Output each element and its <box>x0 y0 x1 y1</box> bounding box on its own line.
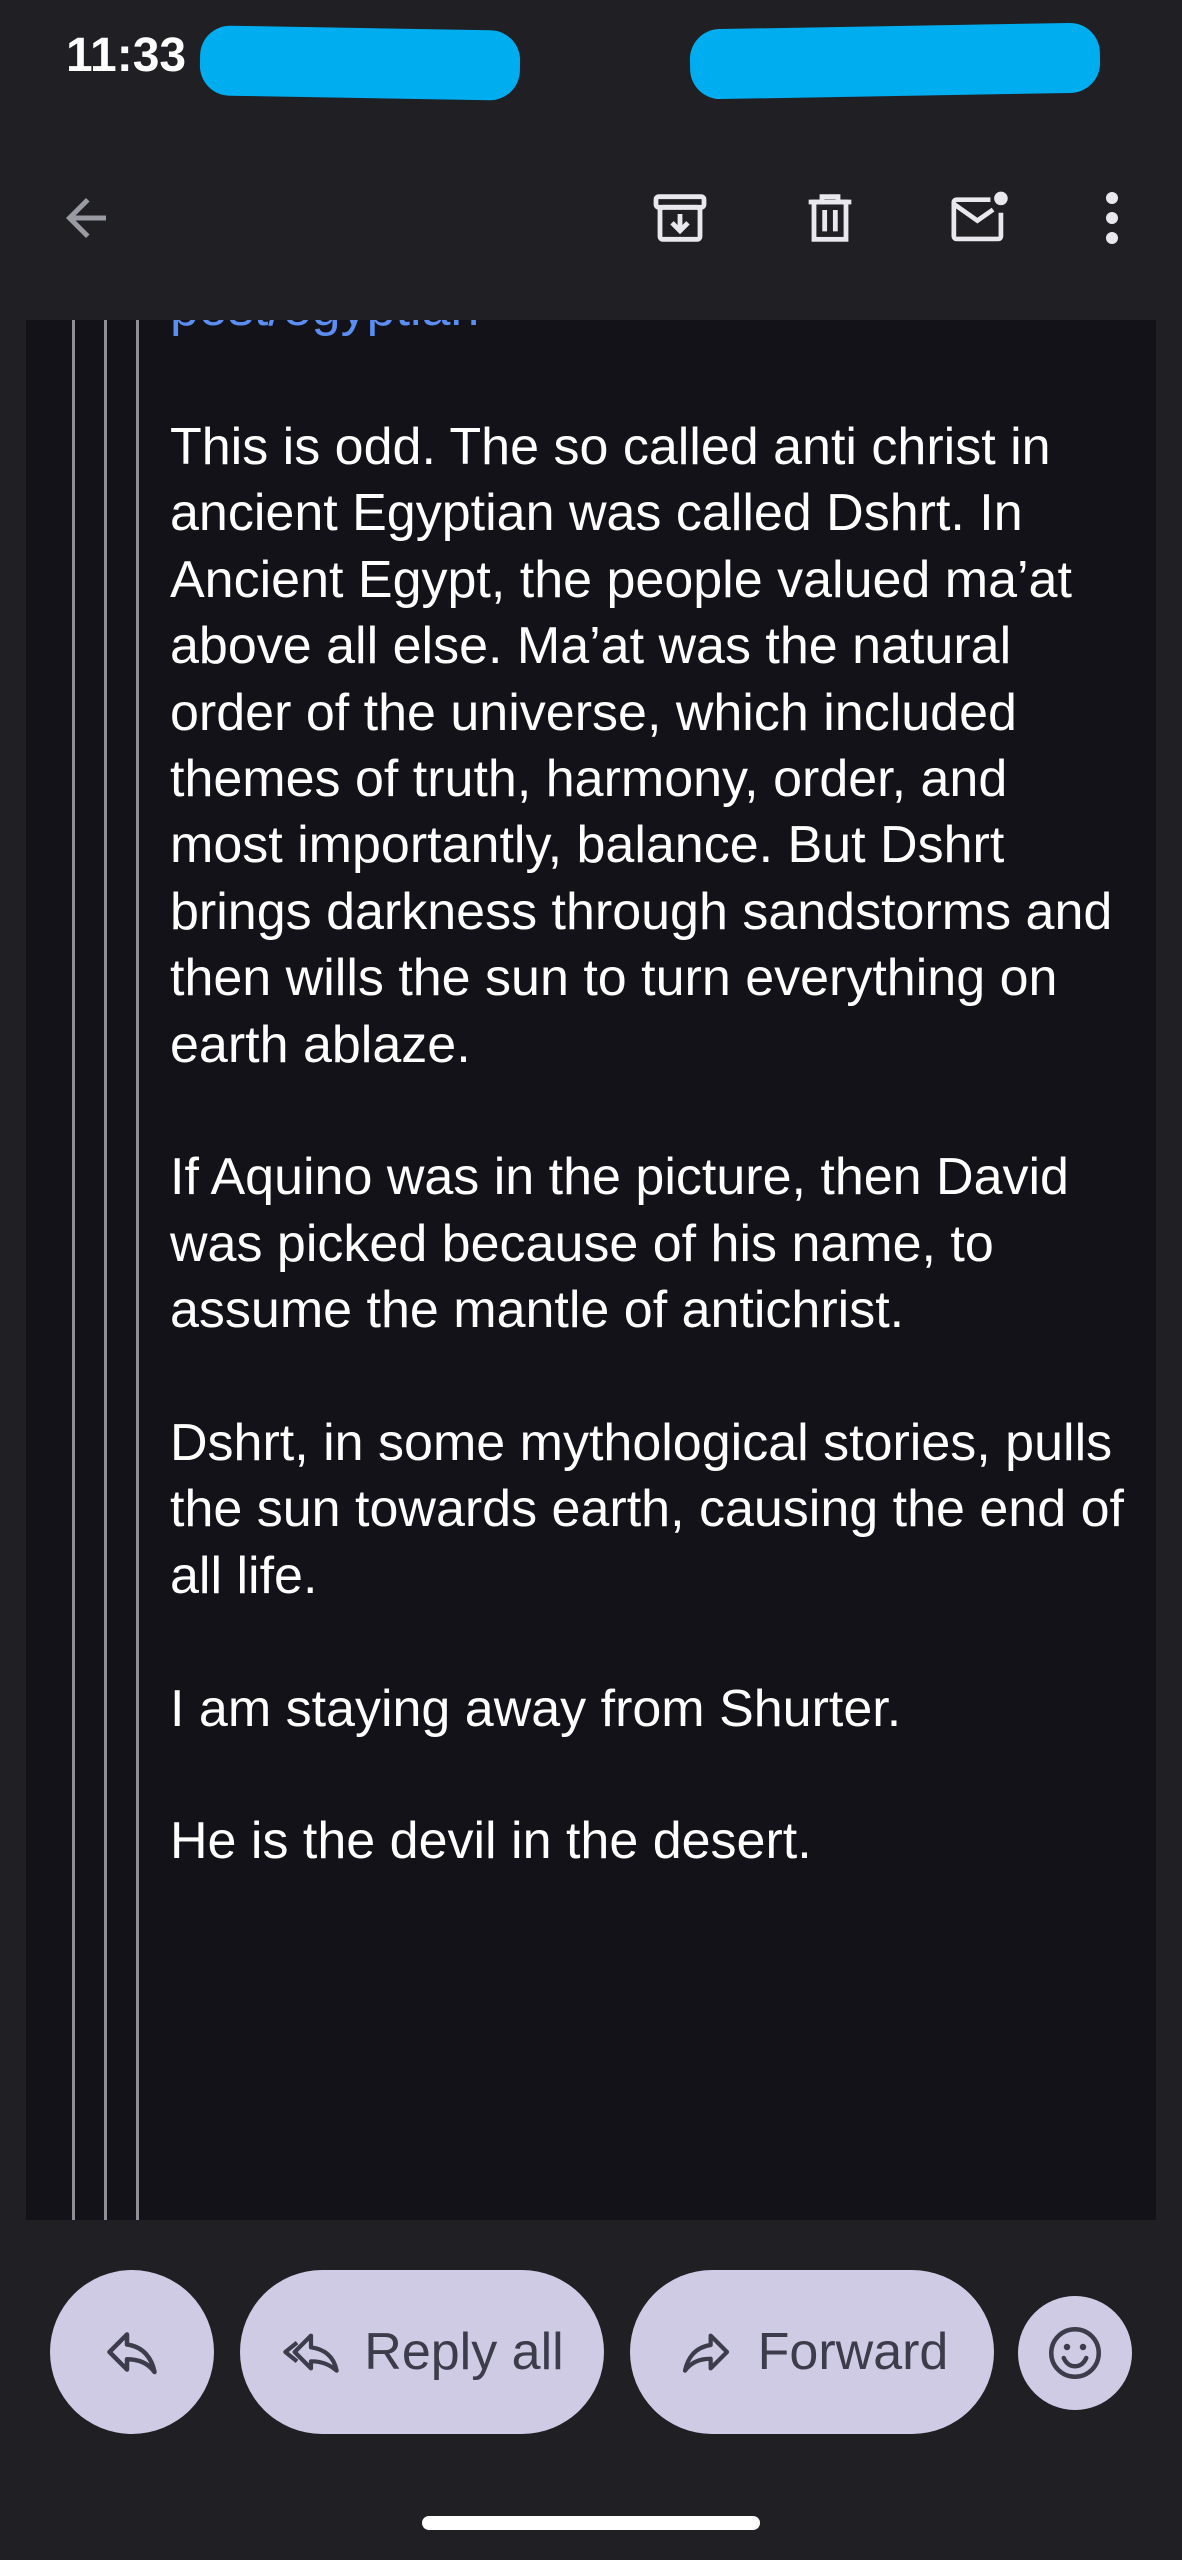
top-toolbar <box>0 160 1182 280</box>
forward-button[interactable]: Forward <box>630 2270 994 2434</box>
reply-all-button[interactable]: Reply all <box>240 2270 604 2434</box>
more-vert-icon <box>1106 192 1118 244</box>
reply-all-icon <box>283 2333 340 2373</box>
status-time: 11:33 <box>66 29 187 82</box>
mark-unread-button[interactable] <box>932 170 1028 266</box>
more-options-button[interactable] <box>1064 170 1160 266</box>
reply-button[interactable] <box>50 2270 214 2434</box>
quote-line <box>104 320 107 2220</box>
message-paragraph: He is the devil in the desert. <box>170 1812 812 1871</box>
link-partial[interactable]: post/egyptian <box>170 320 479 338</box>
emoji-reaction-button[interactable] <box>1018 2296 1132 2410</box>
forward-icon <box>682 2333 729 2373</box>
message-paragraph: This is odd. The so called anti christ i… <box>170 418 1113 1074</box>
message-paragraph: I am staying away from Shurter. <box>170 1679 902 1738</box>
mark-unread-icon <box>951 191 1008 242</box>
message-body: This is odd. The so called anti christ i… <box>170 414 1130 1941</box>
archive-button[interactable] <box>632 170 728 266</box>
home-indicator[interactable] <box>422 2516 760 2530</box>
message-paragraph: Dshrt, in some mythological stories, pul… <box>170 1414 1124 1605</box>
email-screen: 11:33 This is odd. The so called anti ch… <box>0 0 1182 2560</box>
message-paragraph: If Aquino was in the picture, then David… <box>170 1148 1069 1340</box>
back-button[interactable] <box>38 170 134 266</box>
delete-button[interactable] <box>782 170 878 266</box>
message-content: post/egyptian This is odd. The so called… <box>26 320 1156 2220</box>
reply-all-label: Reply all <box>364 2323 564 2381</box>
redaction-mark-right <box>689 22 1101 100</box>
reply-icon <box>107 2332 157 2375</box>
archive-icon <box>653 194 707 242</box>
quote-line <box>136 320 139 2220</box>
back-arrow-icon <box>66 198 106 238</box>
redaction-mark-left <box>199 25 521 101</box>
smiley-icon <box>1049 2327 1101 2379</box>
forward-label: Forward <box>757 2323 949 2381</box>
action-bar: Reply all Forward <box>0 2220 1182 2560</box>
status-bar: 11:33 <box>0 0 1182 120</box>
trash-icon <box>808 194 852 242</box>
quote-line <box>72 320 75 2220</box>
